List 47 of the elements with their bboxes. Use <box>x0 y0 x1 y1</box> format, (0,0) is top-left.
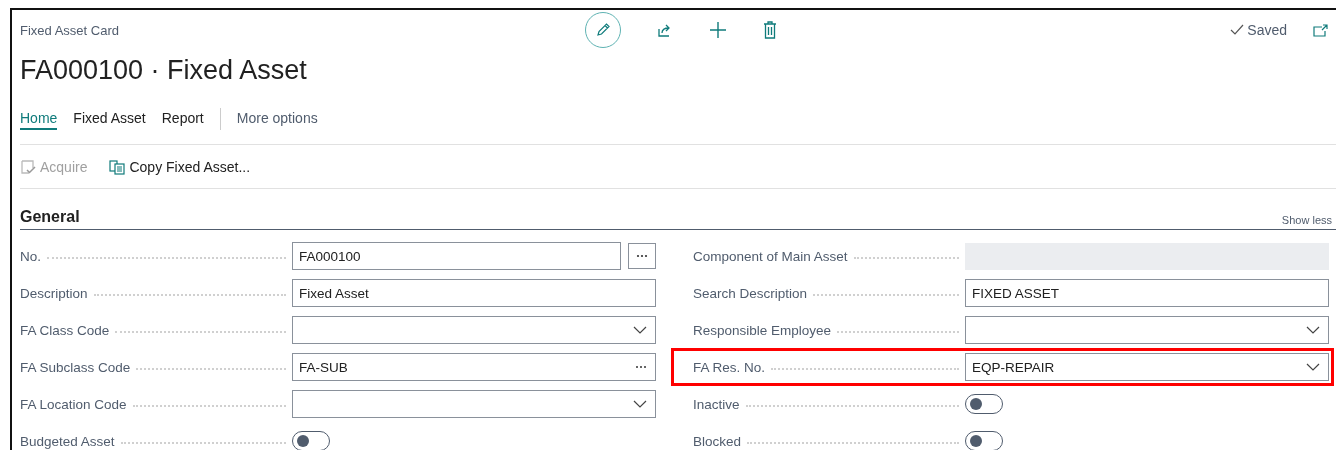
field-label: FA Subclass Code <box>20 359 131 375</box>
copy-icon <box>109 158 126 175</box>
lookup-button[interactable] <box>628 243 656 269</box>
ellipsis-icon <box>635 365 647 369</box>
pencil-icon <box>595 22 611 38</box>
dropdown-field[interactable] <box>292 316 656 344</box>
pop-out-icon[interactable] <box>1313 23 1328 37</box>
field-label: Search Description <box>693 285 808 301</box>
checklist-icon <box>20 158 36 175</box>
section-title: General <box>20 208 80 226</box>
chevron-down-icon <box>1306 326 1320 334</box>
ellipsis-icon <box>636 254 648 258</box>
toggle-switch[interactable] <box>292 431 330 450</box>
menu-tab[interactable]: Fixed Asset <box>73 108 146 130</box>
toggle-switch[interactable] <box>965 394 1003 414</box>
field-label: Component of Main Asset <box>693 248 848 264</box>
field-label: Blocked <box>693 433 742 449</box>
field-label: FA Location Code <box>20 396 127 412</box>
plus-icon[interactable] <box>709 21 727 39</box>
chevron-down-icon <box>633 400 647 408</box>
field-label: Description <box>20 285 88 301</box>
text-field[interactable]: FIXED ASSET <box>965 279 1329 307</box>
action-button[interactable]: Copy Fixed Asset... <box>109 158 251 175</box>
field-label: FA Res. No. <box>693 359 766 375</box>
trash-icon[interactable] <box>763 21 777 39</box>
lookup-field[interactable]: FA-SUB <box>292 353 656 381</box>
field-label: No. <box>20 248 41 264</box>
text-field[interactable]: FA000100 <box>292 242 621 270</box>
check-icon <box>1230 24 1245 36</box>
dropdown-field[interactable] <box>965 316 1329 344</box>
page-title: FA000100 · Fixed Asset <box>20 54 308 87</box>
dropdown-field[interactable]: EQP-REPAIR <box>965 353 1329 381</box>
menu-tab[interactable]: Report <box>161 108 204 130</box>
text-field[interactable]: Fixed Asset <box>292 279 656 307</box>
field-label: FA Class Code <box>20 322 110 338</box>
menu-tab[interactable]: Home <box>20 108 58 130</box>
field-label: Inactive <box>693 396 740 412</box>
saved-status: Saved <box>1230 22 1287 38</box>
toggle-switch[interactable] <box>965 431 1003 450</box>
chevron-down-icon <box>1306 363 1320 371</box>
page-caption: Fixed Asset Card <box>20 22 120 38</box>
more-options-tab[interactable]: More options <box>236 108 318 130</box>
chevron-down-icon <box>633 326 647 334</box>
field-label: Budgeted Asset <box>20 433 115 449</box>
field-label: Responsible Employee <box>693 322 832 338</box>
dropdown-field[interactable] <box>292 390 656 418</box>
show-less-link[interactable]: Show less <box>1281 214 1332 226</box>
